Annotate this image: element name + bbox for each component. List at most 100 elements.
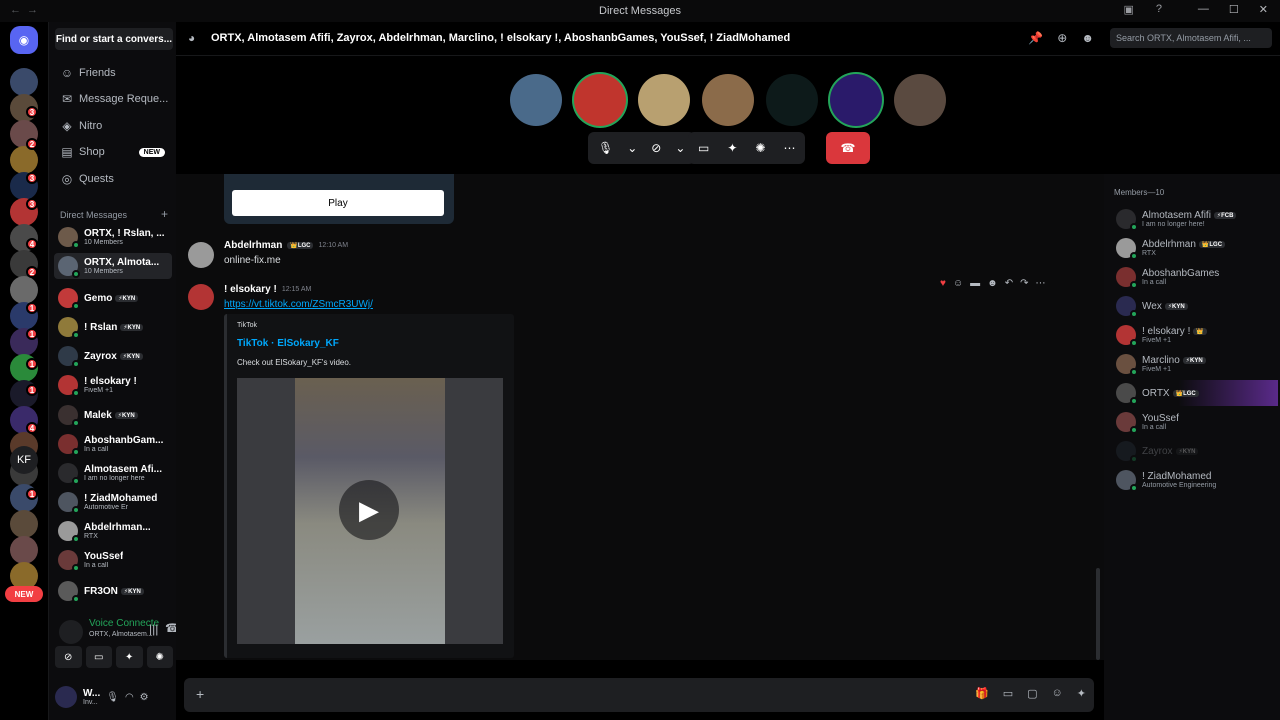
dm-item[interactable]: ! elsokary ! FiveM +1: [54, 372, 172, 398]
heart-reaction-icon[interactable]: ♥: [940, 278, 946, 289]
member-item[interactable]: ORTX 👑LGC: [1112, 380, 1278, 406]
call-participant-avatar[interactable]: [702, 74, 754, 126]
nav-shop[interactable]: ▤ Shop NEW: [55, 141, 173, 163]
server-icon-kf[interactable]: KF: [10, 446, 38, 474]
dm-item[interactable]: Almotasem Afi... I am no longer here: [54, 460, 172, 486]
call-participant-avatar[interactable]: [574, 74, 626, 126]
mic-icon[interactable]: 🎙: [106, 692, 119, 703]
emoji-icon[interactable]: ☺: [1052, 687, 1063, 700]
flag-reaction-icon[interactable]: ▬: [970, 278, 980, 289]
embed-title[interactable]: TikTok · ElSokary_KF: [237, 338, 339, 349]
play-button[interactable]: Play: [232, 190, 444, 216]
laugh-reaction-icon[interactable]: ☺: [953, 278, 963, 289]
camera-off-button[interactable]: ⊘: [55, 646, 82, 668]
call-participant-avatar[interactable]: [638, 74, 690, 126]
dm-item[interactable]: Zayrox ⚡KYN: [54, 343, 172, 369]
maximize-icon[interactable]: ☐: [1229, 3, 1239, 16]
help-icon[interactable]: ?: [1156, 3, 1162, 16]
forward-icon[interactable]: ↷: [1020, 278, 1028, 289]
server-icon[interactable]: [10, 276, 38, 304]
server-icon[interactable]: [10, 510, 38, 538]
server-icon[interactable]: [10, 536, 38, 564]
status-indicator: [72, 419, 80, 427]
reply-icon[interactable]: ↶: [1005, 278, 1013, 289]
video-thumbnail[interactable]: ▶: [237, 378, 503, 644]
member-item[interactable]: Marclino ⚡KYN FiveM +1: [1112, 351, 1278, 377]
scrollbar[interactable]: [1096, 568, 1100, 660]
pin-icon[interactable]: 📌: [1028, 31, 1043, 45]
call-participant-avatar[interactable]: [510, 74, 562, 126]
close-icon[interactable]: ✕: [1259, 3, 1268, 16]
find-conversation-button[interactable]: Find or start a convers...: [55, 28, 173, 50]
voice-channel[interactable]: ORTX, Almotasem...: [89, 631, 153, 638]
call-participant-avatar[interactable]: [766, 74, 818, 126]
message-request-icon: ✉: [61, 92, 73, 106]
activities-icon[interactable]: ✦: [727, 141, 737, 155]
nav-quests[interactable]: ◎ Quests: [55, 168, 173, 190]
chevron-down-icon[interactable]: ⌄: [675, 141, 685, 155]
camera-icon[interactable]: ⊘: [651, 141, 661, 155]
call-participant-avatar[interactable]: [830, 74, 882, 126]
member-item[interactable]: AboshanbGames In a call: [1112, 264, 1278, 290]
nav-friends[interactable]: ☺ Friends: [55, 62, 173, 84]
mic-icon[interactable]: 🎙: [598, 141, 613, 155]
settings-gear-icon[interactable]: ⚙: [140, 692, 149, 703]
dm-item[interactable]: Gemo ⚡KYN: [54, 285, 172, 311]
headset-icon[interactable]: ◠: [125, 692, 134, 703]
nav-arrows-icon[interactable]: ←→: [10, 4, 44, 16]
create-dm-button[interactable]: +: [161, 207, 168, 221]
server-icon[interactable]: [10, 68, 38, 96]
call-participant-avatar[interactable]: [894, 74, 946, 126]
message-author[interactable]: Abdelrhman: [224, 240, 282, 251]
avatar[interactable]: [188, 284, 214, 310]
new-unreads-pill[interactable]: NEW: [5, 586, 43, 602]
apps-icon[interactable]: ✦: [1077, 687, 1086, 700]
dm-item[interactable]: Malek ⚡KYN: [54, 402, 172, 428]
sticker-icon[interactable]: ▢: [1027, 687, 1037, 700]
message-input[interactable]: + 🎁 ▭ ▢ ☺ ✦: [184, 678, 1094, 712]
member-list-icon[interactable]: ☻: [1081, 31, 1094, 45]
gif-icon[interactable]: ▭: [1003, 687, 1013, 700]
member-item[interactable]: YouSsef In a call: [1112, 409, 1278, 435]
nav-nitro[interactable]: ◈ Nitro: [55, 115, 173, 137]
screen-share-icon[interactable]: ▭: [698, 141, 709, 155]
chevron-down-icon[interactable]: ⌄: [627, 141, 637, 155]
member-item[interactable]: Abdelrhman 👑LGC RTX: [1112, 235, 1278, 261]
discord-home-icon[interactable]: ◉: [10, 26, 38, 54]
more-options-icon[interactable]: ⋯: [1035, 278, 1045, 289]
screen-share-button[interactable]: ▭: [85, 646, 112, 668]
member-item[interactable]: ! elsokary ! 👑 FiveM +1: [1112, 322, 1278, 348]
avatar[interactable]: [55, 686, 77, 708]
dm-item[interactable]: Abdelrhman... RTX: [54, 518, 172, 544]
noise-suppression-icon[interactable]: |||: [149, 622, 158, 636]
more-options-icon[interactable]: ⋯: [783, 141, 795, 155]
dm-item[interactable]: ORTX, ! Rslan, ... 10 Members: [54, 224, 172, 250]
dm-item[interactable]: AboshanbGam... In a call: [54, 431, 172, 457]
member-item[interactable]: Almotasem Afifi ⚡FCB I am no longer here!: [1112, 206, 1278, 232]
nav-message-requests[interactable]: ✉ Message Reque...: [55, 88, 173, 110]
end-call-button[interactable]: ☎: [826, 132, 870, 164]
inbox-icon[interactable]: ▣: [1123, 3, 1133, 16]
dm-item[interactable]: FR3ON ⚡KYN: [54, 578, 172, 604]
play-icon[interactable]: ▶: [339, 480, 399, 540]
search-input[interactable]: Search ORTX, Almotasem Afifi, ...: [1110, 28, 1272, 48]
dm-item[interactable]: ! Rslan ⚡KYN: [54, 314, 172, 340]
server-icon[interactable]: [10, 146, 38, 174]
activities-button[interactable]: ✦: [116, 646, 143, 668]
gift-icon[interactable]: 🎁: [975, 687, 989, 700]
attach-plus-icon[interactable]: +: [196, 686, 204, 702]
minimize-icon[interactable]: —: [1198, 3, 1209, 16]
member-item[interactable]: Wex ⚡KYN: [1112, 293, 1278, 319]
avatar[interactable]: [188, 242, 214, 268]
soundboard-button[interactable]: ✺: [146, 646, 173, 668]
add-friends-icon[interactable]: ⊕: [1057, 31, 1067, 45]
soundboard-icon[interactable]: ✺: [755, 141, 765, 155]
member-item[interactable]: Zayrox ⚡KYN: [1112, 438, 1278, 464]
dm-item[interactable]: YouSsef In a call: [54, 547, 172, 573]
dm-item[interactable]: ! ZiadMohamed Automotive Er: [54, 489, 172, 515]
message-link[interactable]: https://vt.tiktok.com/ZSmcR3UWj/: [224, 299, 373, 310]
member-item[interactable]: ! ZiadMohamed Automotive Engineering: [1112, 467, 1278, 493]
add-reaction-icon[interactable]: ☻: [987, 278, 998, 289]
dm-item[interactable]: ORTX, Almota... 10 Members: [54, 253, 172, 279]
message-author[interactable]: ! elsokary !: [224, 284, 277, 295]
